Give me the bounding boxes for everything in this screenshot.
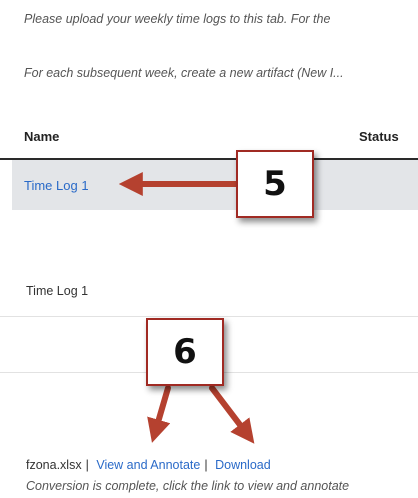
arrow-to-download-link [209,385,255,444]
arrow-to-view-link [147,385,171,443]
step-5-callout: 5 [236,150,314,218]
annotation-arrows [118,172,255,444]
step-6-callout: 6 [146,318,224,386]
